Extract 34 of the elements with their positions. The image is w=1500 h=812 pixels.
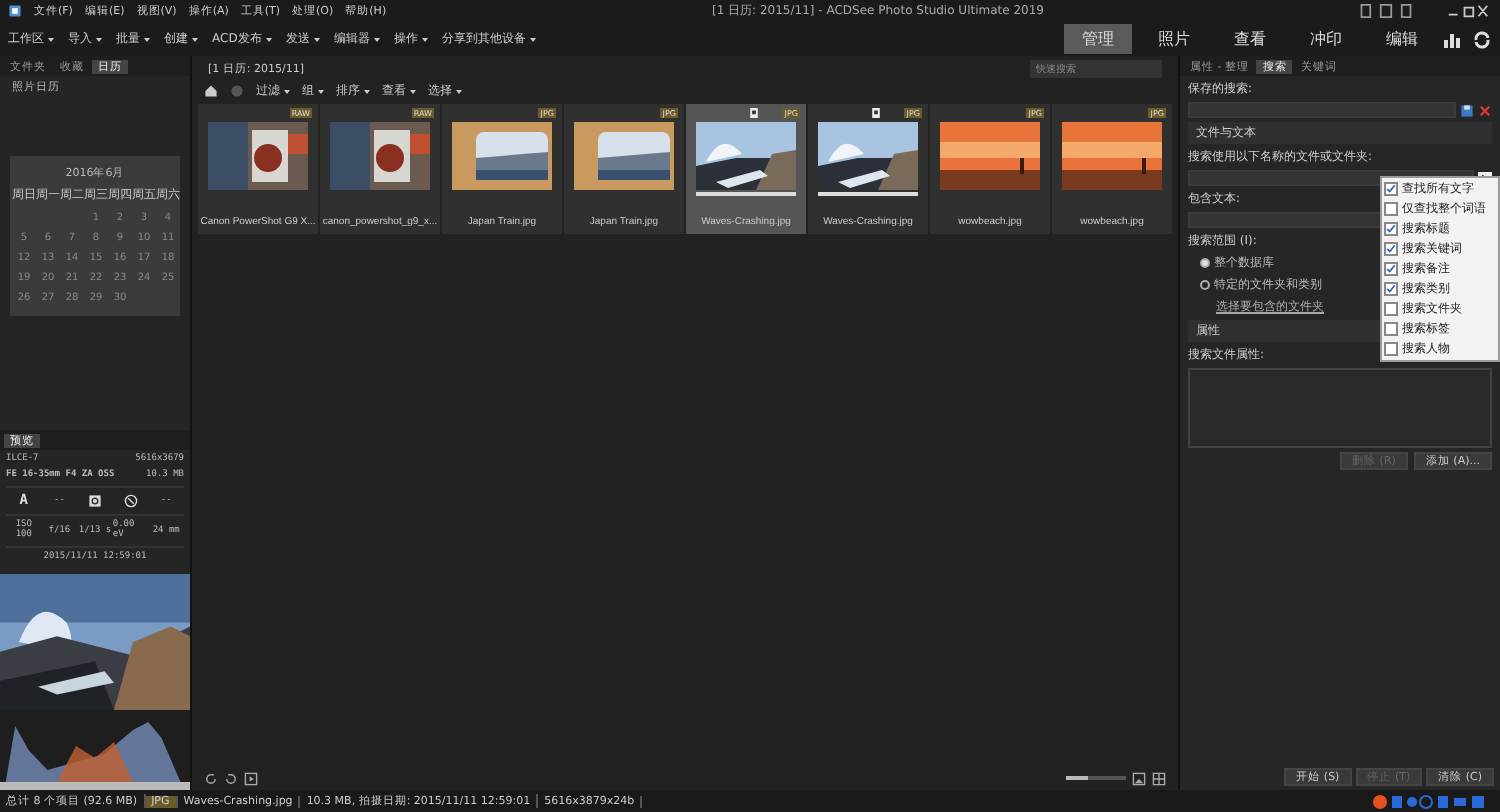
flash-off-icon xyxy=(123,493,138,507)
chart-icon[interactable] xyxy=(1444,29,1464,49)
caret-icon xyxy=(456,89,462,93)
caret-icon xyxy=(265,37,272,41)
caret-icon xyxy=(318,89,324,93)
mode-tab[interactable]: 冲印 xyxy=(1292,24,1360,54)
layout-icon[interactable] xyxy=(1356,4,1416,18)
caret-icon xyxy=(364,89,370,93)
mode-tab[interactable]: 管理 xyxy=(1064,24,1132,54)
window-controls-icon[interactable] xyxy=(1444,4,1492,18)
metering-icon xyxy=(87,493,102,507)
save-icon[interactable] xyxy=(1460,103,1474,117)
caret-icon xyxy=(48,37,54,41)
refresh-icon[interactable] xyxy=(1472,29,1492,49)
caret-icon xyxy=(313,37,320,41)
caret-icon xyxy=(410,89,416,93)
app-logo-icon xyxy=(8,4,22,18)
rotate-right-icon[interactable] xyxy=(224,771,238,785)
home-icon[interactable] xyxy=(204,84,218,98)
caret-icon xyxy=(144,37,150,41)
slideshow-icon[interactable] xyxy=(244,771,258,785)
mode-tab[interactable]: 照片 xyxy=(1140,24,1208,54)
rotate-left-icon[interactable] xyxy=(204,771,218,785)
caret-icon xyxy=(192,37,198,41)
grid-icon[interactable] xyxy=(1152,771,1166,785)
mode-tab[interactable]: 编辑 xyxy=(1368,24,1436,54)
caret-icon xyxy=(529,37,536,41)
caret-icon xyxy=(96,37,102,41)
caret-icon xyxy=(421,37,428,41)
caret-icon xyxy=(373,37,380,41)
caret-icon xyxy=(284,89,290,93)
close-icon[interactable] xyxy=(1478,103,1492,117)
image-icon[interactable] xyxy=(1132,771,1146,785)
mode-tab[interactable]: 查看 xyxy=(1216,24,1284,54)
